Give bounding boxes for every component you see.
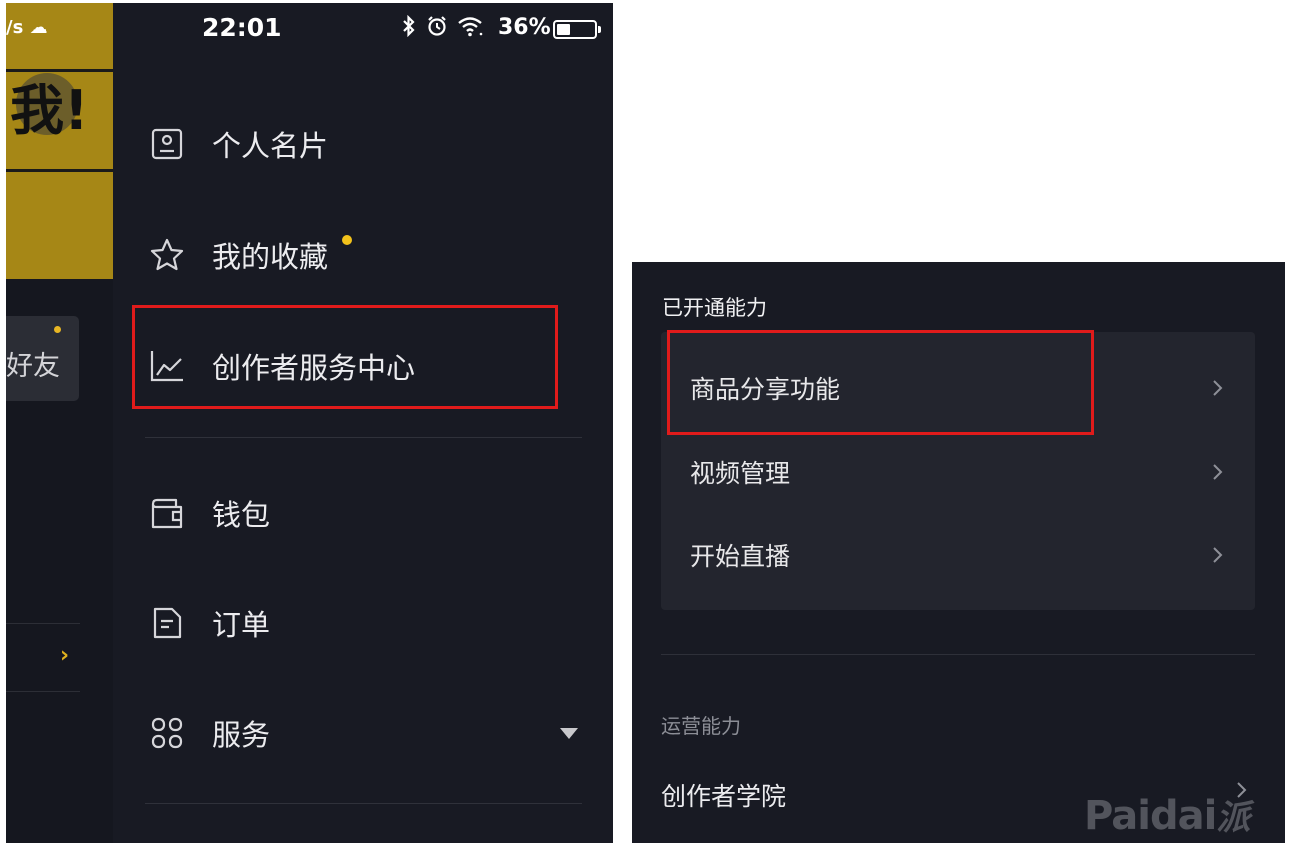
- section-title-operations: 运营能力: [661, 714, 741, 738]
- divider: [145, 437, 582, 438]
- network-label: /s: [6, 17, 24, 38]
- alarm-icon: [427, 16, 446, 36]
- battery-icon: [553, 20, 601, 39]
- watermark: Paidai派代: [1084, 790, 1285, 843]
- network-indicator: /s ☁: [6, 17, 48, 38]
- menu-item-label: 订单: [212, 608, 271, 642]
- menu-item-label: 钱包: [212, 498, 271, 532]
- right-creator-center-screen: 已开通能力 商品分享功能 视频管理 开始直播 运营能力 创作者学院 Paidai…: [632, 262, 1285, 843]
- menu-item-business-card[interactable]: 个人名片: [149, 114, 328, 174]
- divider: [6, 623, 80, 624]
- status-time: 22:01: [202, 13, 282, 42]
- menu-item-label: 个人名片: [212, 129, 329, 163]
- bluetooth-icon: [403, 14, 415, 38]
- menu-item-wallet[interactable]: 钱包: [149, 483, 270, 543]
- watermark-latin: Paidai: [1084, 793, 1217, 839]
- favorites-badge-dot: [342, 235, 352, 245]
- list-item-video-management[interactable]: 视频管理: [690, 452, 790, 492]
- chevron-right-icon[interactable]: [1208, 545, 1228, 565]
- badge-dot: [54, 326, 61, 333]
- chevron-right-icon[interactable]: [1208, 378, 1228, 398]
- list-item-label: 开始直播: [690, 542, 791, 571]
- chevron-right-icon[interactable]: ›: [60, 643, 69, 668]
- expand-triangle-icon[interactable]: [560, 728, 578, 739]
- add-friend-button[interactable]: 好友: [6, 316, 79, 401]
- status-bar: 22:01 36%: [113, 3, 613, 57]
- battery-fill: [557, 24, 570, 35]
- star-icon: [149, 237, 185, 273]
- menu-item-orders[interactable]: 订单: [149, 593, 270, 653]
- highlight-box: [667, 330, 1094, 435]
- document-icon: [149, 605, 185, 641]
- chevron-right-icon[interactable]: [1208, 462, 1228, 482]
- menu-item-label: 服务: [212, 718, 271, 752]
- battery-tip: [598, 26, 601, 33]
- battery-percent: 36%: [498, 15, 551, 40]
- banner-line: [6, 69, 113, 72]
- friend-button-label: 好友: [6, 351, 60, 382]
- list-item-label: 视频管理: [690, 459, 791, 488]
- menu-item-favorites[interactable]: 我的收藏: [149, 225, 328, 285]
- banner-line: [6, 169, 113, 172]
- divider: [145, 803, 582, 804]
- left-phone-screen: 我! /s ☁ 好友 › 22:01 36% 个人名片 我的收藏 创作者服务中心…: [6, 3, 613, 843]
- menu-item-services[interactable]: 服务: [149, 703, 270, 763]
- profile-banner: 我!: [6, 3, 113, 279]
- grid-icon: [149, 715, 185, 751]
- highlight-box: [132, 305, 558, 409]
- list-item-label: 创作者学院: [661, 782, 787, 811]
- section-title-enabled: 已开通能力: [662, 296, 767, 320]
- divider: [661, 654, 1255, 655]
- wifi-icon: [458, 17, 483, 37]
- wallet-icon: [149, 495, 185, 531]
- status-icons: [402, 14, 485, 40]
- list-item-start-live[interactable]: 开始直播: [690, 535, 790, 575]
- id-card-icon: [149, 126, 185, 162]
- banner-text: 我!: [10, 79, 89, 142]
- cloud-icon: ☁: [29, 17, 48, 38]
- divider: [6, 691, 80, 692]
- menu-item-label: 我的收藏: [212, 240, 329, 274]
- list-item-creator-academy[interactable]: 创作者学院: [661, 777, 786, 813]
